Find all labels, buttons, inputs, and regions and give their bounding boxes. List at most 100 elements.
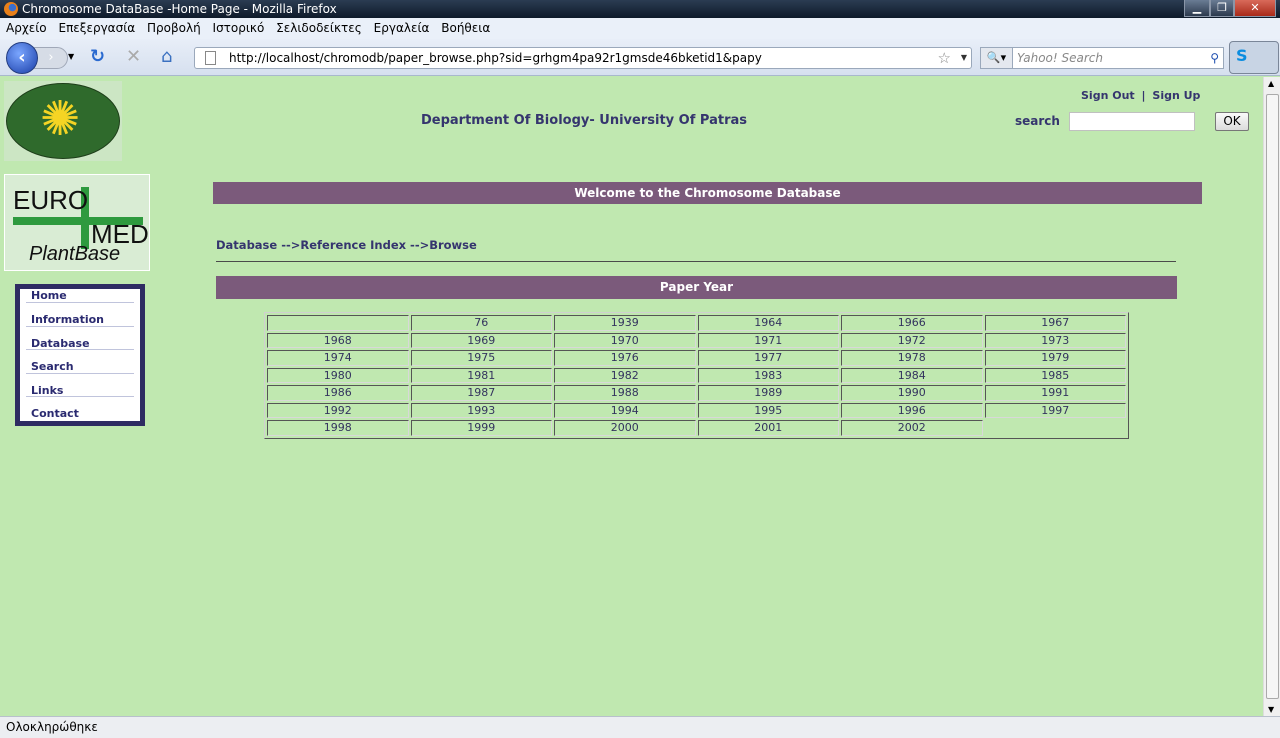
nav-search[interactable]: Search: [26, 350, 134, 374]
year-cell[interactable]: 1996: [841, 402, 983, 418]
search-engine-icon[interactable]: 🔍▾: [981, 48, 1013, 68]
year-cell[interactable]: 1999: [410, 420, 552, 436]
vertical-scrollbar[interactable]: ▲ ▼: [1263, 77, 1280, 716]
year-cell[interactable]: 1995: [697, 402, 839, 418]
year-cell[interactable]: 1966: [841, 315, 983, 331]
year-cell[interactable]: 1978: [841, 350, 983, 366]
year-cell[interactable]: 1985: [984, 367, 1126, 383]
sign-up-link[interactable]: Sign Up: [1152, 89, 1200, 102]
paper-year-table: 76 1939 1964 1966 1967 1968 1969 1970 1971 1972 19…: [264, 312, 1129, 439]
menu-history[interactable]: Ιστορικό: [213, 21, 265, 35]
empty-cell: [985, 420, 1127, 436]
scroll-down-icon[interactable]: ▼: [1268, 705, 1274, 714]
year-cell[interactable]: 1979: [984, 350, 1126, 366]
year-cell[interactable]: 1994: [554, 402, 696, 418]
link-separator: |: [1141, 89, 1146, 102]
url-dropdown-icon[interactable]: ▼: [961, 48, 967, 68]
year-cell[interactable]: 1990: [841, 385, 983, 401]
reload-icon[interactable]: ↻: [90, 47, 105, 67]
year-cell[interactable]: 1998: [267, 420, 409, 436]
nav-home[interactable]: Home: [26, 289, 134, 303]
search-ok-button[interactable]: OK: [1215, 112, 1249, 131]
year-row: 1992 1993 1994 1995 1996 1997: [267, 402, 1126, 418]
year-row: 1980 1981 1982 1983 1984 1985: [267, 367, 1126, 383]
firefox-icon: [4, 2, 18, 16]
back-button[interactable]: ‹: [6, 42, 38, 74]
year-cell: [267, 315, 409, 331]
menu-help[interactable]: Βοήθεια: [441, 21, 490, 35]
year-cell[interactable]: 1981: [410, 367, 552, 383]
web-search-box[interactable]: 🔍▾ Yahoo! Search ⚲: [980, 47, 1224, 69]
year-cell[interactable]: 1983: [697, 367, 839, 383]
nav-contact[interactable]: Contact: [26, 397, 134, 421]
minimize-button[interactable]: ▁: [1184, 0, 1210, 17]
window-title: Chromosome DataBase -Home Page - Mozilla…: [22, 2, 337, 16]
year-cell[interactable]: 1993: [410, 402, 552, 418]
nav-information[interactable]: Information: [26, 303, 134, 327]
scrollbar-thumb[interactable]: [1266, 94, 1279, 699]
year-cell[interactable]: 1971: [697, 332, 839, 348]
url-bar[interactable]: http://localhost/chromodb/paper_browse.p…: [194, 47, 972, 69]
sidebar-nav: Home Information Database Search Links C…: [15, 284, 145, 426]
url-text: http://localhost/chromodb/paper_browse.p…: [229, 51, 762, 65]
welcome-banner: Welcome to the Chromosome Database: [213, 182, 1202, 204]
year-cell[interactable]: 2001: [697, 420, 839, 436]
status-bar: Ολοκληρώθηκε: [0, 716, 1280, 738]
search-label: search: [1015, 114, 1060, 128]
year-row: 1998 1999 2000 2001 2002: [267, 420, 1126, 436]
search-input[interactable]: [1069, 112, 1195, 131]
menu-view[interactable]: Προβολή: [147, 21, 201, 35]
history-dropdown-icon[interactable]: ▼: [68, 47, 74, 67]
close-button[interactable]: ✕: [1234, 0, 1276, 17]
page-header-title: Department Of Biology- University Of Pat…: [421, 113, 747, 128]
year-cell[interactable]: 1976: [554, 350, 696, 366]
year-cell[interactable]: 1974: [267, 350, 409, 366]
year-cell[interactable]: 1986: [267, 385, 409, 401]
year-cell[interactable]: 1982: [554, 367, 696, 383]
year-cell[interactable]: 1972: [841, 332, 983, 348]
flower-logo: ✺: [4, 81, 122, 161]
year-cell[interactable]: 1969: [410, 332, 552, 348]
year-cell[interactable]: 1991: [984, 385, 1126, 401]
home-icon[interactable]: ⌂: [161, 47, 172, 67]
year-row: 1974 1975 1976 1977 1978 1979: [267, 350, 1126, 366]
year-cell[interactable]: 2002: [841, 420, 983, 436]
year-cell[interactable]: 1967: [984, 315, 1126, 331]
year-cell[interactable]: 2000: [554, 420, 696, 436]
bookmark-star-icon[interactable]: ☆: [938, 48, 951, 68]
menu-bookmarks[interactable]: Σελιδοδείκτες: [276, 21, 362, 35]
divider: [216, 261, 1176, 262]
skype-icon[interactable]: S: [1229, 41, 1279, 74]
menu-tools[interactable]: Εργαλεία: [374, 21, 430, 35]
forward-button[interactable]: ›: [34, 47, 68, 69]
year-cell[interactable]: 1964: [697, 315, 839, 331]
menu-file[interactable]: Αρχείο: [6, 21, 47, 35]
year-cell[interactable]: 1980: [267, 367, 409, 383]
section-title: Paper Year: [216, 276, 1177, 299]
year-cell[interactable]: 1977: [697, 350, 839, 366]
menu-edit[interactable]: Επεξεργασία: [58, 21, 135, 35]
search-go-icon[interactable]: ⚲: [1210, 48, 1219, 68]
year-cell[interactable]: 1973: [984, 332, 1126, 348]
year-cell[interactable]: 1992: [267, 402, 409, 418]
year-cell[interactable]: 1984: [841, 367, 983, 383]
year-cell[interactable]: 1988: [554, 385, 696, 401]
search-placeholder: Yahoo! Search: [1017, 51, 1103, 65]
year-cell[interactable]: 1939: [554, 315, 696, 331]
nav-links[interactable]: Links: [26, 374, 134, 397]
restore-button[interactable]: ❐: [1210, 0, 1234, 17]
nav-database[interactable]: Database: [26, 327, 134, 350]
page-icon: [205, 51, 216, 65]
scroll-up-icon[interactable]: ▲: [1268, 79, 1274, 88]
year-cell[interactable]: 1989: [697, 385, 839, 401]
stop-icon[interactable]: ✕: [126, 47, 141, 67]
year-cell[interactable]: 76: [410, 315, 552, 331]
year-cell[interactable]: 1997: [984, 402, 1126, 418]
year-cell[interactable]: 1968: [267, 332, 409, 348]
year-row: 1968 1969 1970 1971 1972 1973: [267, 332, 1126, 348]
year-cell[interactable]: 1970: [554, 332, 696, 348]
year-cell[interactable]: 1987: [410, 385, 552, 401]
year-cell[interactable]: 1975: [410, 350, 552, 366]
sign-out-link[interactable]: Sign Out: [1081, 89, 1135, 102]
year-row: 1986 1987 1988 1989 1990 1991: [267, 385, 1126, 401]
